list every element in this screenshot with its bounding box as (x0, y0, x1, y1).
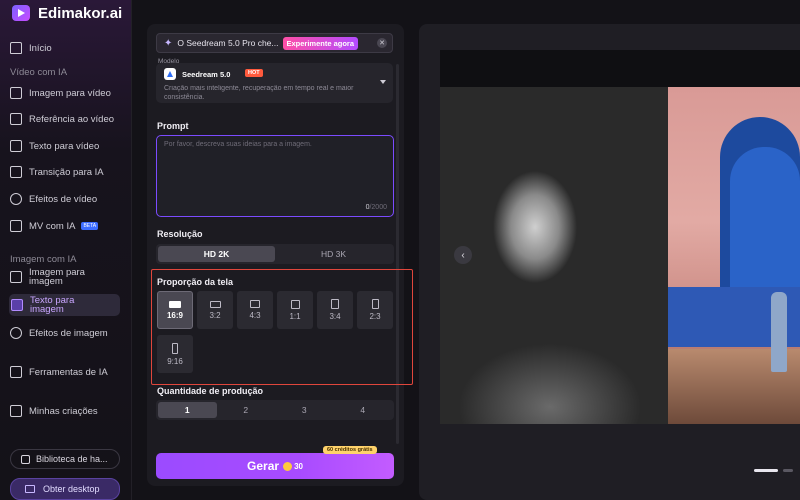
folder-icon (10, 405, 22, 417)
quantity-selector: 1 2 3 4 (156, 400, 394, 420)
quantity-option-4[interactable]: 4 (334, 402, 393, 418)
close-icon[interactable]: ✕ (377, 38, 387, 48)
section-label-image: Imagem com IA (10, 254, 77, 265)
quantity-label: Quantidade de produção (157, 386, 264, 396)
spark-icon: ✦ (164, 37, 173, 49)
generation-panel: ✦ O Seedream 5.0 Pro che... Experimente … (147, 24, 404, 486)
model-label: Modelo (158, 58, 180, 65)
sidebar-item-ai-tools[interactable]: Ferramentas de IA (10, 366, 120, 378)
sidebar-item-image-to-video[interactable]: Imagem para vídeo (10, 87, 120, 99)
sidebar-item-image-to-image[interactable]: Imagem para imagem (10, 268, 120, 286)
promo-banner[interactable]: ✦ O Seedream 5.0 Pro che... Experimente … (156, 33, 393, 53)
carousel-dot-active[interactable] (754, 469, 778, 472)
sidebar-item-video-effects[interactable]: Efeitos de vídeo (10, 193, 120, 205)
sidebar-item-my-creations[interactable]: Minhas criações (10, 405, 120, 417)
sidebar-item-ai-transition[interactable]: Transição para IA (10, 166, 120, 178)
image-video-icon (10, 87, 22, 99)
image-image-icon (10, 271, 22, 283)
section-label-video: Vídeo com IA (10, 67, 68, 78)
app-root: Edimakor.ai Início Vídeo com IA Imagem p… (0, 0, 800, 500)
desktop-icon (25, 485, 35, 493)
text-image-icon (11, 299, 23, 311)
sidebar-item-reference-video[interactable]: Referência ao vídeo (10, 113, 120, 125)
tools-icon (10, 366, 22, 378)
panel-scrollbar[interactable] (396, 64, 399, 444)
prompt-placeholder: Por favor, descreva suas ideias para a i… (164, 141, 312, 148)
sidebar-item-text-to-image[interactable]: Texto para imagem (9, 294, 120, 316)
ratio-highlight-box (151, 269, 413, 385)
logo-icon (12, 5, 30, 21)
home-icon (10, 42, 22, 54)
sidebar: Edimakor.ai Início Vídeo com IA Imagem p… (0, 0, 132, 500)
beta-badge: BETA (81, 222, 99, 230)
sample-image-interior[interactable] (668, 87, 800, 424)
get-desktop-button[interactable]: Obter desktop (10, 478, 120, 500)
model-description: Criação mais inteligente, recuperação em… (164, 85, 354, 101)
quantity-option-1[interactable]: 1 (158, 402, 217, 418)
prompt-label: Prompt (157, 121, 189, 131)
generate-button[interactable]: Gerar 30 (156, 453, 394, 479)
text-video-icon (10, 140, 22, 152)
prompt-input[interactable]: Por favor, descreva suas ideias para a i… (156, 135, 394, 217)
carousel-dots (754, 469, 798, 472)
quantity-option-2[interactable]: 2 (217, 402, 276, 418)
arrow-left-icon[interactable]: ‹ (454, 246, 472, 264)
model-logo-icon (164, 68, 176, 80)
brand-logo[interactable]: Edimakor.ai (12, 4, 122, 22)
sidebar-item-image-effects[interactable]: Efeitos de imagem (10, 327, 120, 339)
transition-icon (10, 166, 22, 178)
mv-icon (10, 220, 22, 232)
free-credits-badge: 60 créditos grátis (323, 446, 377, 454)
resolution-label: Resolução (157, 229, 203, 239)
chevron-down-icon (380, 80, 386, 84)
sidebar-item-home[interactable]: Início (10, 42, 120, 54)
library-button[interactable]: Biblioteca de ha... (10, 449, 120, 469)
resolution-selector: HD 2K HD 3K (156, 244, 394, 264)
sample-image-portrait[interactable] (440, 87, 668, 424)
model-name: Seedream 5.0 (182, 70, 231, 79)
resolution-option-2k[interactable]: HD 2K (158, 246, 275, 262)
brand-name: Edimakor.ai (38, 4, 123, 22)
image-effects-icon (10, 327, 22, 339)
reference-icon (10, 113, 22, 125)
model-selector[interactable]: Modelo Seedream 5.0 HOT Criação mais int… (156, 58, 393, 103)
sidebar-item-ai-mv[interactable]: MV com IA BETA (10, 220, 120, 232)
hot-badge: HOT (245, 69, 263, 77)
sidebar-item-text-to-video[interactable]: Texto para vídeo (10, 140, 120, 152)
effects-icon (10, 193, 22, 205)
try-now-button[interactable]: Experimente agora (282, 36, 359, 50)
resolution-option-3k[interactable]: HD 3K (275, 246, 392, 262)
prompt-char-count: 0/2000 (365, 204, 387, 211)
coin-icon (283, 461, 293, 471)
generate-cost: 30 (294, 461, 303, 471)
library-icon (21, 454, 30, 464)
quantity-option-3[interactable]: 3 (275, 402, 334, 418)
carousel-dot[interactable] (783, 469, 793, 472)
